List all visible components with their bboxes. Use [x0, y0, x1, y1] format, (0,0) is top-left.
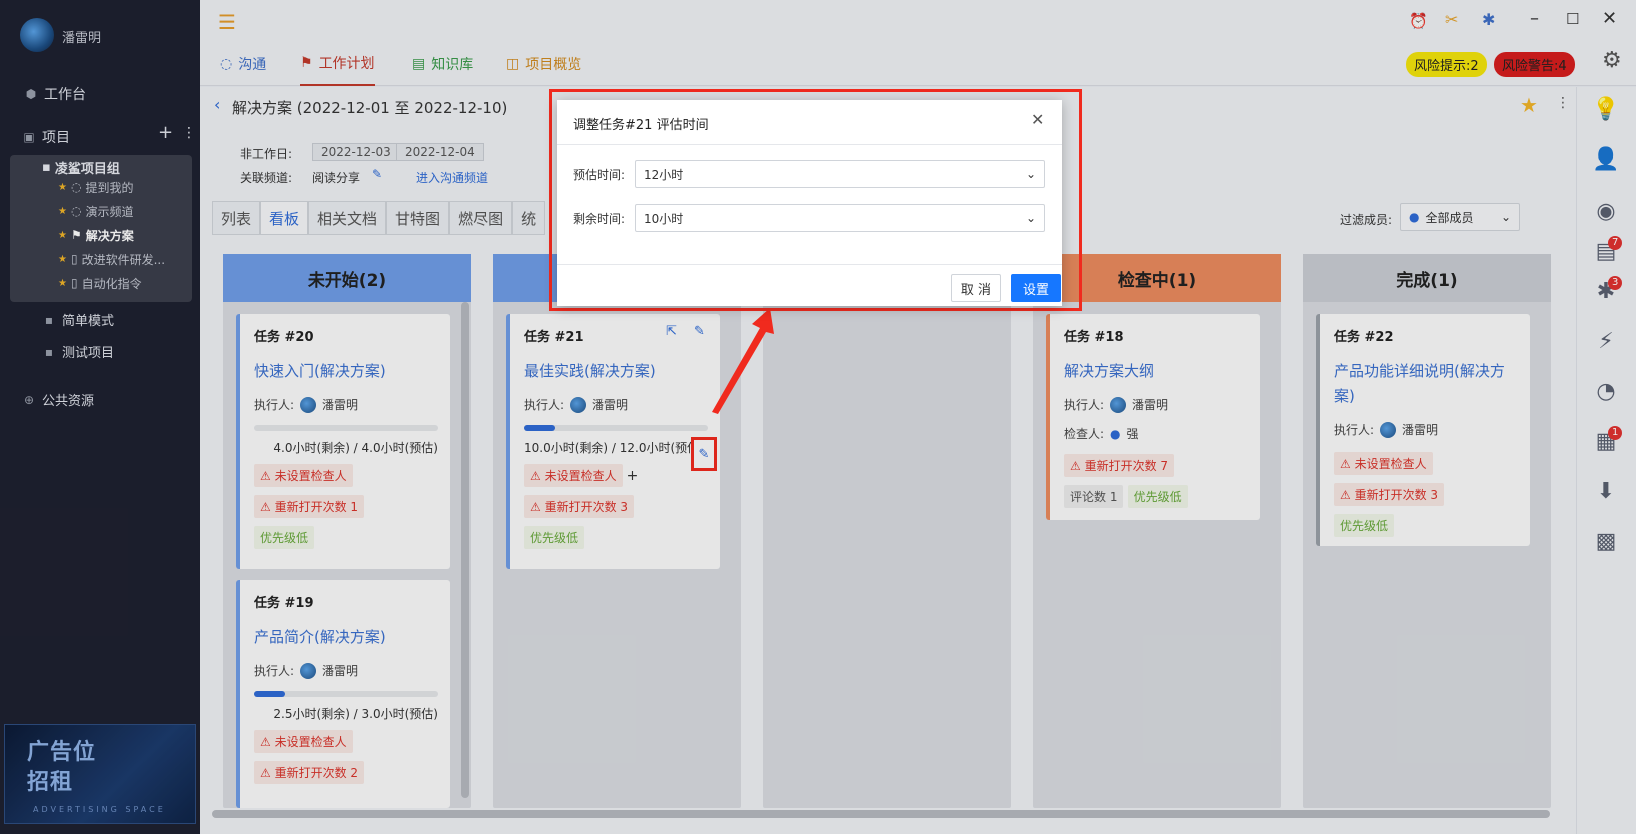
chevron-down-icon: ⌄: [1025, 167, 1036, 181]
estimate-select[interactable]: 12小时 ⌄: [635, 160, 1045, 188]
dialog-title: 调整任务#21 评估时间: [573, 118, 709, 133]
cancel-button[interactable]: 取 消: [951, 274, 1001, 302]
rem-label: 剩余时间:: [573, 212, 626, 226]
adjust-time-dialog: 调整任务#21 评估时间 ✕ 预估时间: 12小时 ⌄ 剩余时间: 10小时 ⌄ 取…: [557, 100, 1062, 306]
divider: [557, 144, 1062, 145]
chevron-down-icon: ⌄: [1025, 211, 1036, 225]
divider: [557, 264, 1062, 265]
remaining-select[interactable]: 10小时 ⌄: [635, 204, 1045, 232]
confirm-button[interactable]: 设置: [1011, 274, 1061, 302]
close-icon[interactable]: ✕: [1031, 110, 1044, 129]
est-label: 预估时间:: [573, 168, 626, 182]
pointer-arrow: [712, 308, 774, 414]
